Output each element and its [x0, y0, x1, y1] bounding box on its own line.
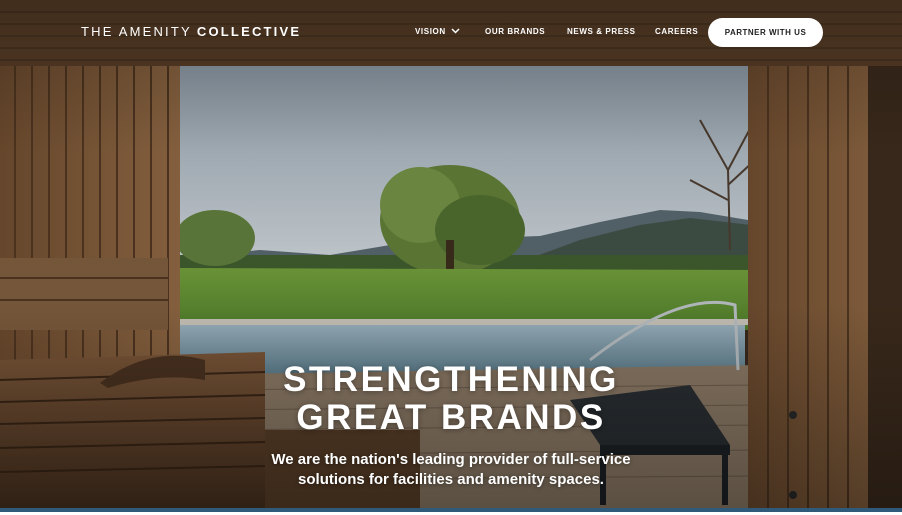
- hero-headline-line-1: STRENGTHENING: [283, 360, 619, 399]
- nav-item-our-brands-label: OUR BRANDS: [485, 27, 546, 36]
- logo-text-bold: COLLECTIVE: [196, 24, 302, 39]
- site-logo[interactable]: THE AMENITY COLLECTIVE: [81, 24, 301, 39]
- partner-with-us-button[interactable]: PARTNER WITH US: [708, 18, 823, 47]
- chevron-down-icon: [451, 27, 460, 36]
- nav-item-careers[interactable]: CAREERS: [655, 27, 698, 36]
- nav-item-our-brands[interactable]: OUR BRANDS: [485, 27, 545, 36]
- hero-section: THE AMENITY COLLECTIVE VISION OUR BRANDS …: [0, 0, 902, 508]
- hero-subtext-line-1: We are the nation's leading provider of …: [271, 451, 631, 468]
- partner-with-us-label: PARTNER WITH US: [724, 28, 807, 37]
- hero-headline-line-2: GREAT BRANDS: [296, 398, 606, 437]
- nav-item-news-press-label: NEWS & PRESS: [567, 27, 636, 36]
- nav-item-vision-label: VISION: [415, 27, 446, 36]
- accent-bar: [0, 508, 902, 512]
- logo-text-light: THE AMENITY: [81, 24, 192, 39]
- top-navigation: THE AMENITY COLLECTIVE VISION OUR BRANDS …: [0, 0, 902, 66]
- nav-item-vision[interactable]: VISION: [415, 27, 460, 36]
- nav-item-careers-label: CAREERS: [655, 27, 699, 36]
- nav-item-news-press[interactable]: NEWS & PRESS: [567, 27, 636, 36]
- hero-subtext-line-2: solutions for facilities and amenity spa…: [298, 471, 604, 488]
- section-divider: [0, 508, 902, 515]
